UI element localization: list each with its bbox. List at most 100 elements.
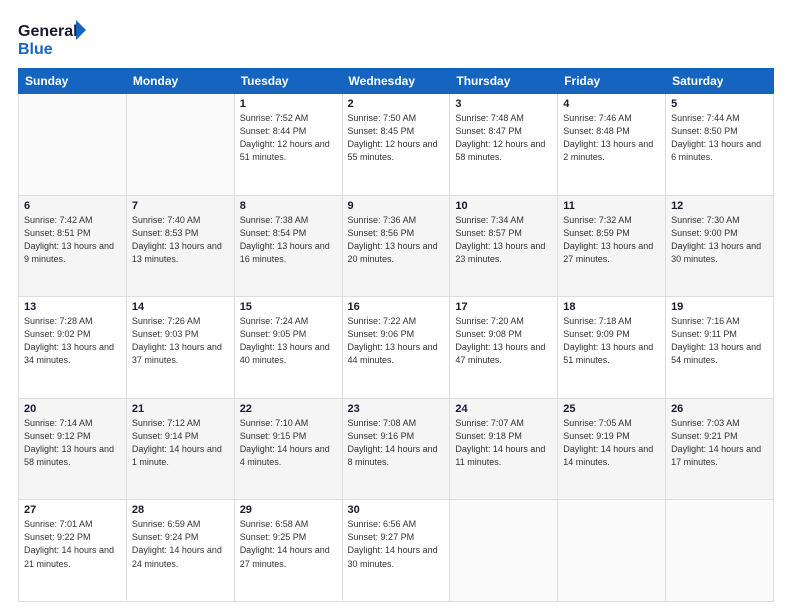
calendar-cell: 11Sunrise: 7:32 AM Sunset: 8:59 PM Dayli… (558, 195, 666, 297)
day-info: Sunrise: 7:40 AM Sunset: 8:53 PM Dayligh… (132, 214, 229, 266)
day-number: 22 (240, 403, 337, 415)
day-number: 15 (240, 301, 337, 313)
calendar-week-3: 13Sunrise: 7:28 AM Sunset: 9:02 PM Dayli… (19, 297, 774, 399)
day-number: 11 (563, 200, 660, 212)
calendar-header-thursday: Thursday (450, 69, 558, 94)
day-info: Sunrise: 7:18 AM Sunset: 9:09 PM Dayligh… (563, 315, 660, 367)
calendar-cell: 26 Sunrise: 7:03 AM Sunset: 9:21 PM Dayli… (666, 398, 774, 500)
calendar-cell: 25Sunrise: 7:05 AM Sunset: 9:19 PM Dayli… (558, 398, 666, 500)
calendar-cell: 17 Sunrise: 7:20 AM Sunset: 9:08 PM Dayli… (450, 297, 558, 399)
calendar-week-1: 1 Sunrise: 7:52 AM Sunset: 8:44 PM Daylig… (19, 94, 774, 196)
day-info: Sunrise: 7:42 AM Sunset: 8:51 PM Dayligh… (24, 214, 121, 266)
day-info: Sunrise: 7:12 AM Sunset: 9:14 PM Dayligh… (132, 417, 229, 469)
calendar-cell: 14 Sunrise: 7:26 AM Sunset: 9:03 PM Dayli… (126, 297, 234, 399)
day-number: 6 (24, 200, 121, 212)
calendar-header-saturday: Saturday (666, 69, 774, 94)
day-number: 10 (455, 200, 552, 212)
day-number: 27 (24, 504, 121, 516)
day-info: Sunrise: 7:22 AM Sunset: 9:06 PM Dayligh… (348, 315, 445, 367)
calendar-cell: 9 Sunrise: 7:36 AM Sunset: 8:56 PM Daylig… (342, 195, 450, 297)
day-number: 21 (132, 403, 229, 415)
calendar-header-row: SundayMondayTuesdayWednesdayThursdayFrid… (19, 69, 774, 94)
day-info: Sunrise: 6:59 AM Sunset: 9:24 PM Dayligh… (132, 518, 229, 570)
calendar-cell (19, 94, 127, 196)
day-info: Sunrise: 7:52 AM Sunset: 8:44 PM Dayligh… (240, 112, 337, 164)
calendar-cell (450, 500, 558, 602)
calendar-cell: 6 Sunrise: 7:42 AM Sunset: 8:51 PM Daylig… (19, 195, 127, 297)
calendar-cell (666, 500, 774, 602)
svg-text:General: General (18, 23, 78, 40)
day-info: Sunrise: 7:16 AM Sunset: 9:11 PM Dayligh… (671, 315, 768, 367)
day-info: Sunrise: 7:38 AM Sunset: 8:54 PM Dayligh… (240, 214, 337, 266)
day-number: 13 (24, 301, 121, 313)
calendar-cell (126, 94, 234, 196)
calendar-cell: 21 Sunrise: 7:12 AM Sunset: 9:14 PM Dayli… (126, 398, 234, 500)
day-info: Sunrise: 7:46 AM Sunset: 8:48 PM Dayligh… (563, 112, 660, 164)
day-number: 30 (348, 504, 445, 516)
calendar-cell: 30 Sunrise: 6:56 AM Sunset: 9:27 PM Dayli… (342, 500, 450, 602)
day-info: Sunrise: 7:20 AM Sunset: 9:08 PM Dayligh… (455, 315, 552, 367)
calendar-table: SundayMondayTuesdayWednesdayThursdayFrid… (18, 68, 774, 602)
day-info: Sunrise: 6:56 AM Sunset: 9:27 PM Dayligh… (348, 518, 445, 570)
calendar-cell: 10 Sunrise: 7:34 AM Sunset: 8:57 PM Dayli… (450, 195, 558, 297)
day-number: 12 (671, 200, 768, 212)
day-info: Sunrise: 7:50 AM Sunset: 8:45 PM Dayligh… (348, 112, 445, 164)
day-number: 17 (455, 301, 552, 313)
calendar-cell: 20Sunrise: 7:14 AM Sunset: 9:12 PM Dayli… (19, 398, 127, 500)
day-info: Sunrise: 7:24 AM Sunset: 9:05 PM Dayligh… (240, 315, 337, 367)
calendar-cell: 22 Sunrise: 7:10 AM Sunset: 9:15 PM Dayli… (234, 398, 342, 500)
day-info: Sunrise: 7:08 AM Sunset: 9:16 PM Dayligh… (348, 417, 445, 469)
day-number: 4 (563, 98, 660, 110)
day-info: Sunrise: 7:10 AM Sunset: 9:15 PM Dayligh… (240, 417, 337, 469)
day-info: Sunrise: 7:34 AM Sunset: 8:57 PM Dayligh… (455, 214, 552, 266)
calendar-cell: 24 Sunrise: 7:07 AM Sunset: 9:18 PM Dayli… (450, 398, 558, 500)
day-number: 26 (671, 403, 768, 415)
day-info: Sunrise: 7:26 AM Sunset: 9:03 PM Dayligh… (132, 315, 229, 367)
calendar-cell: 4 Sunrise: 7:46 AM Sunset: 8:48 PM Daylig… (558, 94, 666, 196)
day-number: 23 (348, 403, 445, 415)
calendar-week-2: 6 Sunrise: 7:42 AM Sunset: 8:51 PM Daylig… (19, 195, 774, 297)
calendar-cell: 5 Sunrise: 7:44 AM Sunset: 8:50 PM Daylig… (666, 94, 774, 196)
header: GeneralBlue (18, 18, 774, 58)
day-info: Sunrise: 7:30 AM Sunset: 9:00 PM Dayligh… (671, 214, 768, 266)
logo-icon: GeneralBlue (18, 18, 88, 58)
day-number: 24 (455, 403, 552, 415)
day-number: 1 (240, 98, 337, 110)
day-info: Sunrise: 6:58 AM Sunset: 9:25 PM Dayligh… (240, 518, 337, 570)
calendar-cell: 29 Sunrise: 6:58 AM Sunset: 9:25 PM Dayli… (234, 500, 342, 602)
day-info: Sunrise: 7:03 AM Sunset: 9:21 PM Dayligh… (671, 417, 768, 469)
calendar-cell: 3 Sunrise: 7:48 AM Sunset: 8:47 PM Daylig… (450, 94, 558, 196)
calendar-cell: 13Sunrise: 7:28 AM Sunset: 9:02 PM Dayli… (19, 297, 127, 399)
day-number: 3 (455, 98, 552, 110)
calendar-cell: 27 Sunrise: 7:01 AM Sunset: 9:22 PM Dayli… (19, 500, 127, 602)
day-info: Sunrise: 7:48 AM Sunset: 8:47 PM Dayligh… (455, 112, 552, 164)
svg-text:Blue: Blue (18, 41, 53, 58)
day-info: Sunrise: 7:07 AM Sunset: 9:18 PM Dayligh… (455, 417, 552, 469)
calendar-header-tuesday: Tuesday (234, 69, 342, 94)
calendar-cell: 15 Sunrise: 7:24 AM Sunset: 9:05 PM Dayli… (234, 297, 342, 399)
day-info: Sunrise: 7:05 AM Sunset: 9:19 PM Dayligh… (563, 417, 660, 469)
page: GeneralBlue SundayMondayTuesdayWednesday… (0, 0, 792, 612)
day-number: 14 (132, 301, 229, 313)
day-number: 9 (348, 200, 445, 212)
day-info: Sunrise: 7:01 AM Sunset: 9:22 PM Dayligh… (24, 518, 121, 570)
day-number: 29 (240, 504, 337, 516)
calendar-cell: 23 Sunrise: 7:08 AM Sunset: 9:16 PM Dayli… (342, 398, 450, 500)
calendar-cell: 1 Sunrise: 7:52 AM Sunset: 8:44 PM Daylig… (234, 94, 342, 196)
day-number: 18 (563, 301, 660, 313)
day-info: Sunrise: 7:44 AM Sunset: 8:50 PM Dayligh… (671, 112, 768, 164)
calendar-cell: 8Sunrise: 7:38 AM Sunset: 8:54 PM Daylig… (234, 195, 342, 297)
calendar-cell: 12 Sunrise: 7:30 AM Sunset: 9:00 PM Dayli… (666, 195, 774, 297)
calendar-cell: 19Sunrise: 7:16 AM Sunset: 9:11 PM Dayli… (666, 297, 774, 399)
calendar-cell (558, 500, 666, 602)
calendar-cell: 2 Sunrise: 7:50 AM Sunset: 8:45 PM Daylig… (342, 94, 450, 196)
calendar-week-4: 20Sunrise: 7:14 AM Sunset: 9:12 PM Dayli… (19, 398, 774, 500)
calendar-header-sunday: Sunday (19, 69, 127, 94)
calendar-header-friday: Friday (558, 69, 666, 94)
day-info: Sunrise: 7:36 AM Sunset: 8:56 PM Dayligh… (348, 214, 445, 266)
day-number: 2 (348, 98, 445, 110)
logo: GeneralBlue (18, 18, 90, 58)
day-info: Sunrise: 7:14 AM Sunset: 9:12 PM Dayligh… (24, 417, 121, 469)
calendar-header-wednesday: Wednesday (342, 69, 450, 94)
day-number: 5 (671, 98, 768, 110)
